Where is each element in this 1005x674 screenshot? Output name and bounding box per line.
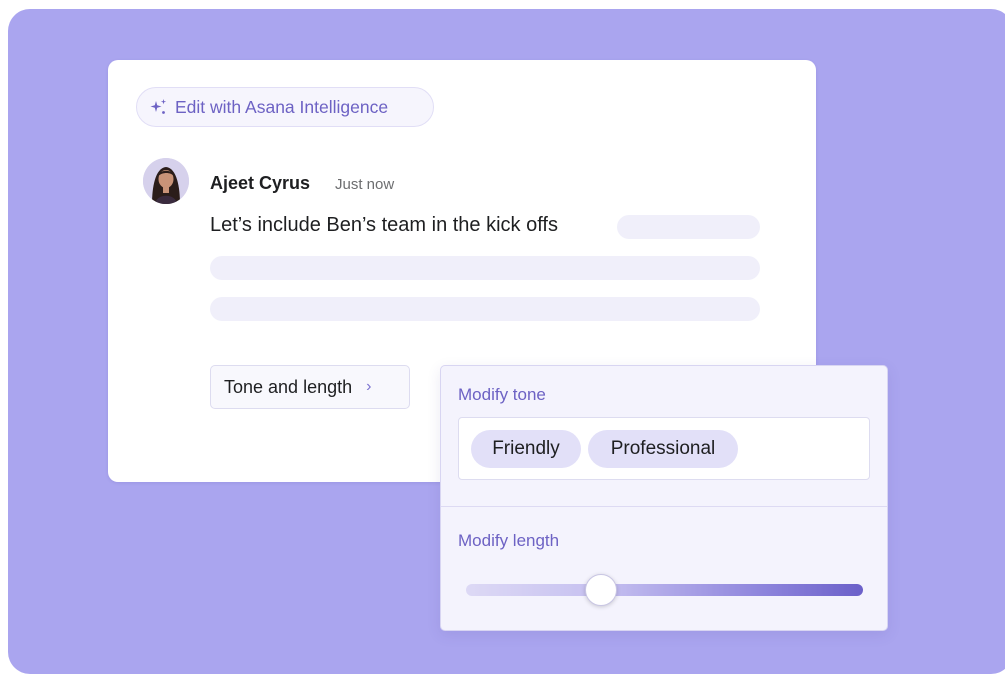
tone-and-length-label: Tone and length [224, 376, 353, 397]
loading-placeholder [210, 256, 760, 280]
chevron-right-icon: › [366, 378, 372, 395]
tone-option-friendly[interactable]: Friendly [471, 430, 581, 468]
sparkle-icon [150, 99, 167, 114]
panel-divider [441, 506, 887, 507]
comment-author: Ajeet Cyrus [210, 173, 311, 193]
comment-text: Let’s include Ben’s team in the kick off… [210, 214, 558, 236]
modify-tone-heading: Modify tone [458, 385, 546, 404]
modify-length-heading: Modify length [458, 531, 560, 550]
tone-and-length-button[interactable]: Tone and length › [210, 365, 410, 409]
tone-option-professional[interactable]: Professional [588, 430, 738, 468]
avatar [143, 158, 189, 204]
comment-timestamp: Just now [335, 176, 395, 193]
edit-with-ai-label: Edit with Asana Intelligence [175, 96, 389, 117]
length-slider-thumb[interactable] [584, 574, 617, 606]
length-slider[interactable] [466, 584, 863, 596]
loading-placeholder [210, 297, 760, 321]
edit-with-ai-button[interactable]: Edit with Asana Intelligence [136, 87, 434, 127]
loading-placeholder [617, 215, 760, 239]
